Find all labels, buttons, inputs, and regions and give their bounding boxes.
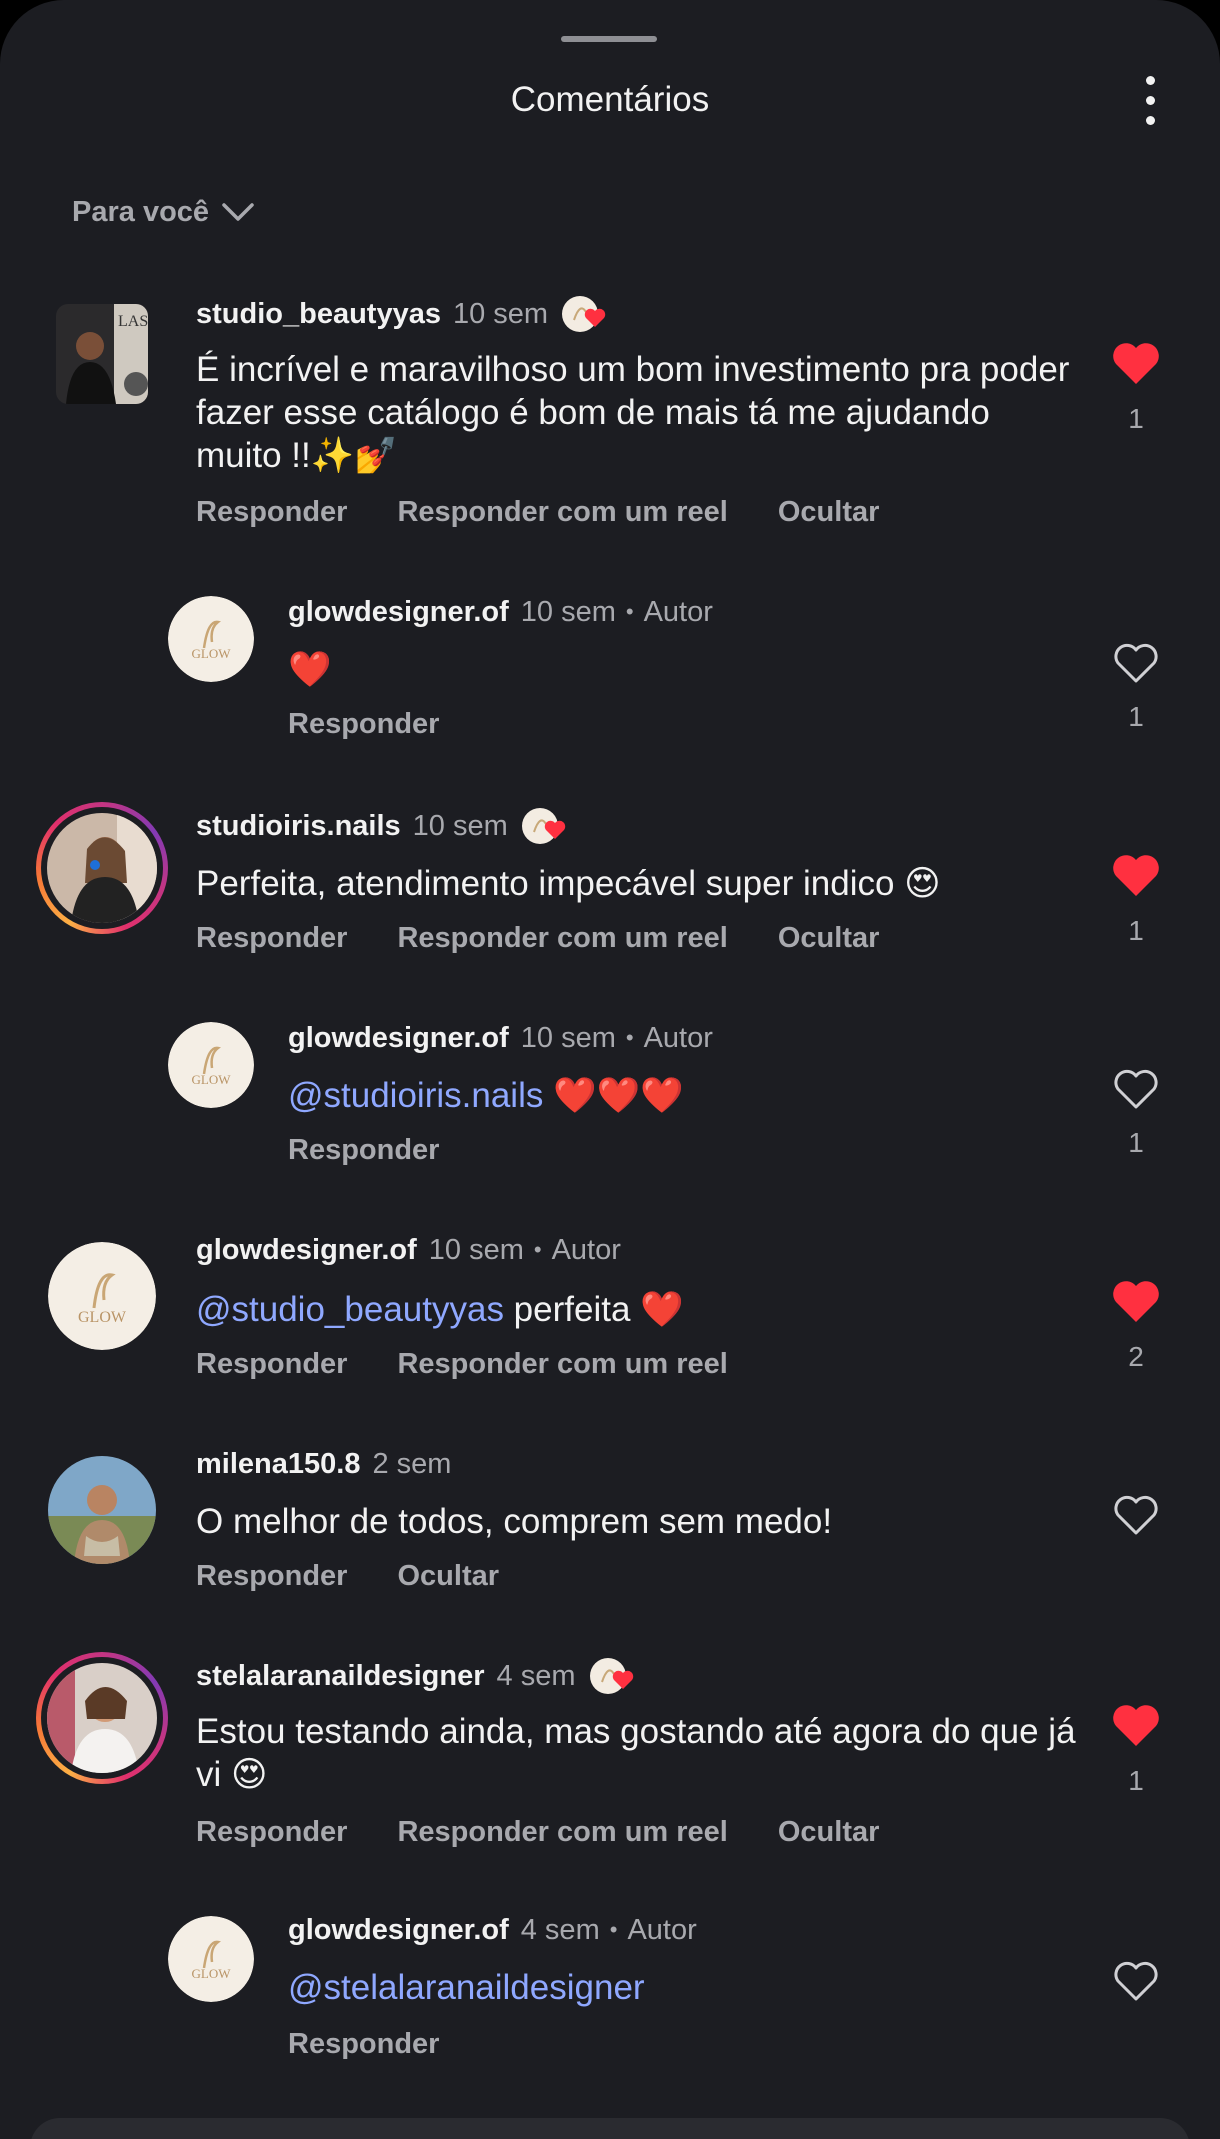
comment-username[interactable]: glowdesigner.of [288, 594, 509, 630]
hide-button[interactable]: Ocultar [397, 1558, 499, 1594]
separator-dot: • [609, 1917, 618, 1942]
comment-text: Estou testando ainda, mas gostando até a… [196, 1712, 1076, 1794]
reply-button[interactable]: Responder [196, 1346, 347, 1382]
comment-input-bar[interactable] [30, 2118, 1190, 2139]
separator-dot: • [533, 1237, 542, 1262]
reply-button[interactable]: Responder [196, 1558, 347, 1594]
comment-time: 2 sem [372, 1448, 452, 1480]
comment-text-body: ❤️❤️❤️ [543, 1076, 684, 1115]
comment-text: @studioiris.nails ❤️❤️❤️ [288, 1074, 1188, 1117]
heart-filled-icon[interactable] [1110, 340, 1162, 386]
avatar[interactable] [36, 802, 168, 934]
svg-text:GLOW: GLOW [192, 1966, 232, 1981]
comment-time: 10 sem [452, 298, 549, 330]
comment-text: O melhor de todos, comprem sem medo! [196, 1502, 833, 1541]
more-options-button[interactable] [1130, 74, 1170, 128]
avatar[interactable]: GLOW [168, 596, 254, 682]
avatar[interactable]: GLOW [48, 1242, 156, 1350]
comment-time: 10 sem [428, 1234, 524, 1266]
svg-text:GLOW: GLOW [192, 646, 232, 661]
heart-icon[interactable] [1110, 1066, 1162, 1112]
mention-link[interactable]: @studio_beautyyas [196, 1290, 504, 1329]
heart-icon[interactable] [1110, 1958, 1162, 2004]
heart-icon[interactable] [1110, 1492, 1162, 1538]
hide-button[interactable]: Ocultar [778, 494, 880, 530]
comment-text: ❤️ [288, 650, 332, 689]
comment-username[interactable]: studioiris.nails [196, 808, 401, 844]
comment-time: 4 sem [496, 1660, 576, 1692]
reply-button[interactable]: Responder [288, 1132, 439, 1168]
mention-link[interactable]: @stelalaranaildesigner [288, 1968, 645, 2007]
creator-heart-badge-icon [589, 1656, 636, 1696]
comment-text: Perfeita, atendimento impecável super in… [196, 864, 941, 903]
comment-username[interactable]: glowdesigner.of [196, 1232, 417, 1268]
reply-with-reel-button[interactable]: Responder com um reel [397, 494, 727, 530]
comment-time: 4 sem [520, 1914, 600, 1946]
svg-text:LASH: LASH [118, 313, 148, 330]
like-count: 1 [1128, 915, 1144, 946]
reply-button[interactable]: Responder [196, 494, 347, 530]
comment-username[interactable]: glowdesigner.of [288, 1912, 509, 1948]
comment-time: 10 sem [520, 596, 616, 628]
author-label: Autor [643, 1022, 713, 1054]
like-count: 1 [1128, 403, 1144, 434]
comment-time: 10 sem [520, 1022, 616, 1054]
creator-heart-badge-icon [521, 806, 568, 846]
comment-username[interactable]: glowdesigner.of [288, 1020, 509, 1056]
separator-dot: • [625, 599, 634, 624]
filter-label: Para você [72, 196, 210, 228]
reply-button[interactable]: Responder [196, 920, 347, 956]
avatar[interactable]: GLOW [168, 1916, 254, 2002]
reply-with-reel-button[interactable]: Responder com um reel [397, 1346, 727, 1382]
comment-text: @studio_beautyyas perfeita ❤️ [196, 1288, 1096, 1331]
comment-time: 10 sem [412, 810, 508, 842]
svg-text:GLOW: GLOW [78, 1309, 127, 1326]
like-count: 1 [1128, 1765, 1144, 1796]
hide-button[interactable]: Ocultar [778, 920, 880, 956]
reply-with-reel-button[interactable]: Responder com um reel [397, 920, 727, 956]
comment-username[interactable]: studio_beautyyas [196, 296, 441, 332]
author-label: Autor [551, 1234, 621, 1266]
heart-filled-icon[interactable] [1110, 1702, 1162, 1748]
heart-filled-icon[interactable] [1110, 852, 1162, 898]
avatar[interactable]: LASH [56, 304, 148, 404]
sort-filter-dropdown[interactable]: Para você [72, 194, 255, 230]
reply-with-reel-button[interactable]: Responder com um reel [397, 1814, 727, 1850]
like-count: 1 [1128, 1127, 1144, 1158]
like-count: 1 [1128, 701, 1144, 732]
avatar[interactable] [48, 1456, 156, 1564]
comments-sheet: Comentários Para você LASH studio_beauty… [0, 0, 1220, 2139]
avatar[interactable]: GLOW [168, 1022, 254, 1108]
hide-button[interactable]: Ocultar [778, 1814, 880, 1850]
separator-dot: • [625, 1025, 634, 1050]
svg-text:GLOW: GLOW [192, 1072, 232, 1087]
reply-button[interactable]: Responder [288, 706, 439, 742]
comment-username[interactable]: stelalaranaildesigner [196, 1658, 485, 1694]
comment-username[interactable]: milena150.8 [196, 1446, 360, 1482]
comment-text: É incrível e maravilhoso um bom investim… [196, 350, 1070, 475]
heart-filled-icon[interactable] [1110, 1278, 1162, 1324]
mention-link[interactable]: @studioiris.nails [288, 1076, 543, 1115]
reply-button[interactable]: Responder [196, 1814, 347, 1850]
drag-handle[interactable] [561, 36, 657, 42]
page-title: Comentários [510, 80, 710, 119]
avatar[interactable] [36, 1652, 168, 1784]
author-label: Autor [643, 596, 713, 628]
heart-icon[interactable] [1110, 640, 1162, 686]
chevron-down-icon [222, 203, 254, 221]
comment-text: @stelalaranaildesigner [288, 1966, 1188, 2009]
reply-button[interactable]: Responder [288, 2026, 439, 2062]
comment-text-body: perfeita ❤️ [503, 1290, 684, 1329]
author-label: Autor [627, 1914, 697, 1946]
creator-heart-badge-icon [562, 294, 608, 334]
like-count: 2 [1128, 1341, 1144, 1372]
